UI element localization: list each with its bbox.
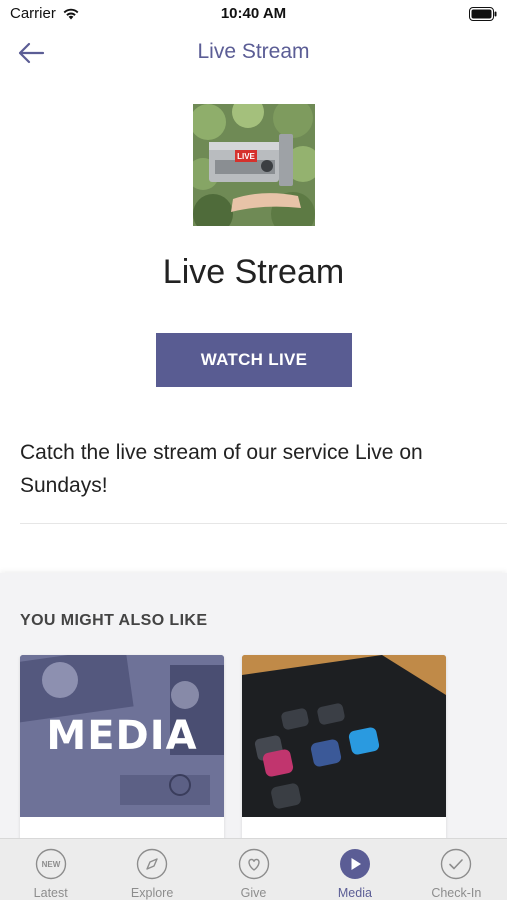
live-stream-image: LIVE (193, 104, 315, 226)
camera-photo: LIVE (193, 104, 315, 226)
nav-title: Live Stream (197, 40, 310, 63)
navigation-bar: Live Stream (0, 28, 507, 78)
tab-check-in[interactable]: Check-In (406, 839, 507, 900)
related-heading: YOU MIGHT ALSO LIKE (20, 612, 208, 629)
tab-label: Media (337, 886, 372, 900)
tab-bar: NEW Latest Explore Give Media Check-In (0, 838, 507, 900)
status-time: 10:40 AM (220, 5, 287, 22)
watch-live-button[interactable]: WATCH LIVE (156, 333, 352, 387)
compass-icon (136, 848, 168, 880)
new-badge-text: NEW (41, 860, 60, 869)
new-badge-icon: NEW (35, 848, 66, 880)
battery-icon (469, 7, 497, 21)
divider (20, 523, 507, 524)
tab-explore[interactable]: Explore (101, 839, 202, 900)
card-thumbnail: MEDIA (20, 655, 224, 817)
tab-label: Check-In (431, 886, 482, 900)
related-card-media[interactable]: MEDIA (20, 655, 224, 855)
status-bar: Carrier 10:40 AM (0, 0, 507, 28)
live-label-text: LIVE (237, 152, 255, 161)
tab-label: Latest (33, 886, 68, 900)
tab-give[interactable]: Give (203, 839, 304, 900)
play-icon (339, 849, 370, 879)
card-overlay-text: MEDIA (46, 713, 198, 759)
tab-latest[interactable]: NEW Latest (0, 839, 101, 900)
tab-label: Explore (130, 886, 174, 900)
description-text: Catch the live stream of our service Liv… (20, 441, 423, 497)
card-thumbnail (242, 655, 446, 817)
heart-icon (238, 848, 269, 880)
tab-label: Give (240, 886, 267, 900)
phone-apps-photo (242, 655, 446, 817)
page-title: Live Stream (162, 253, 345, 291)
checkmark-icon (441, 848, 472, 880)
related-card-social[interactable] (242, 655, 446, 855)
tab-media[interactable]: Media (304, 839, 405, 900)
